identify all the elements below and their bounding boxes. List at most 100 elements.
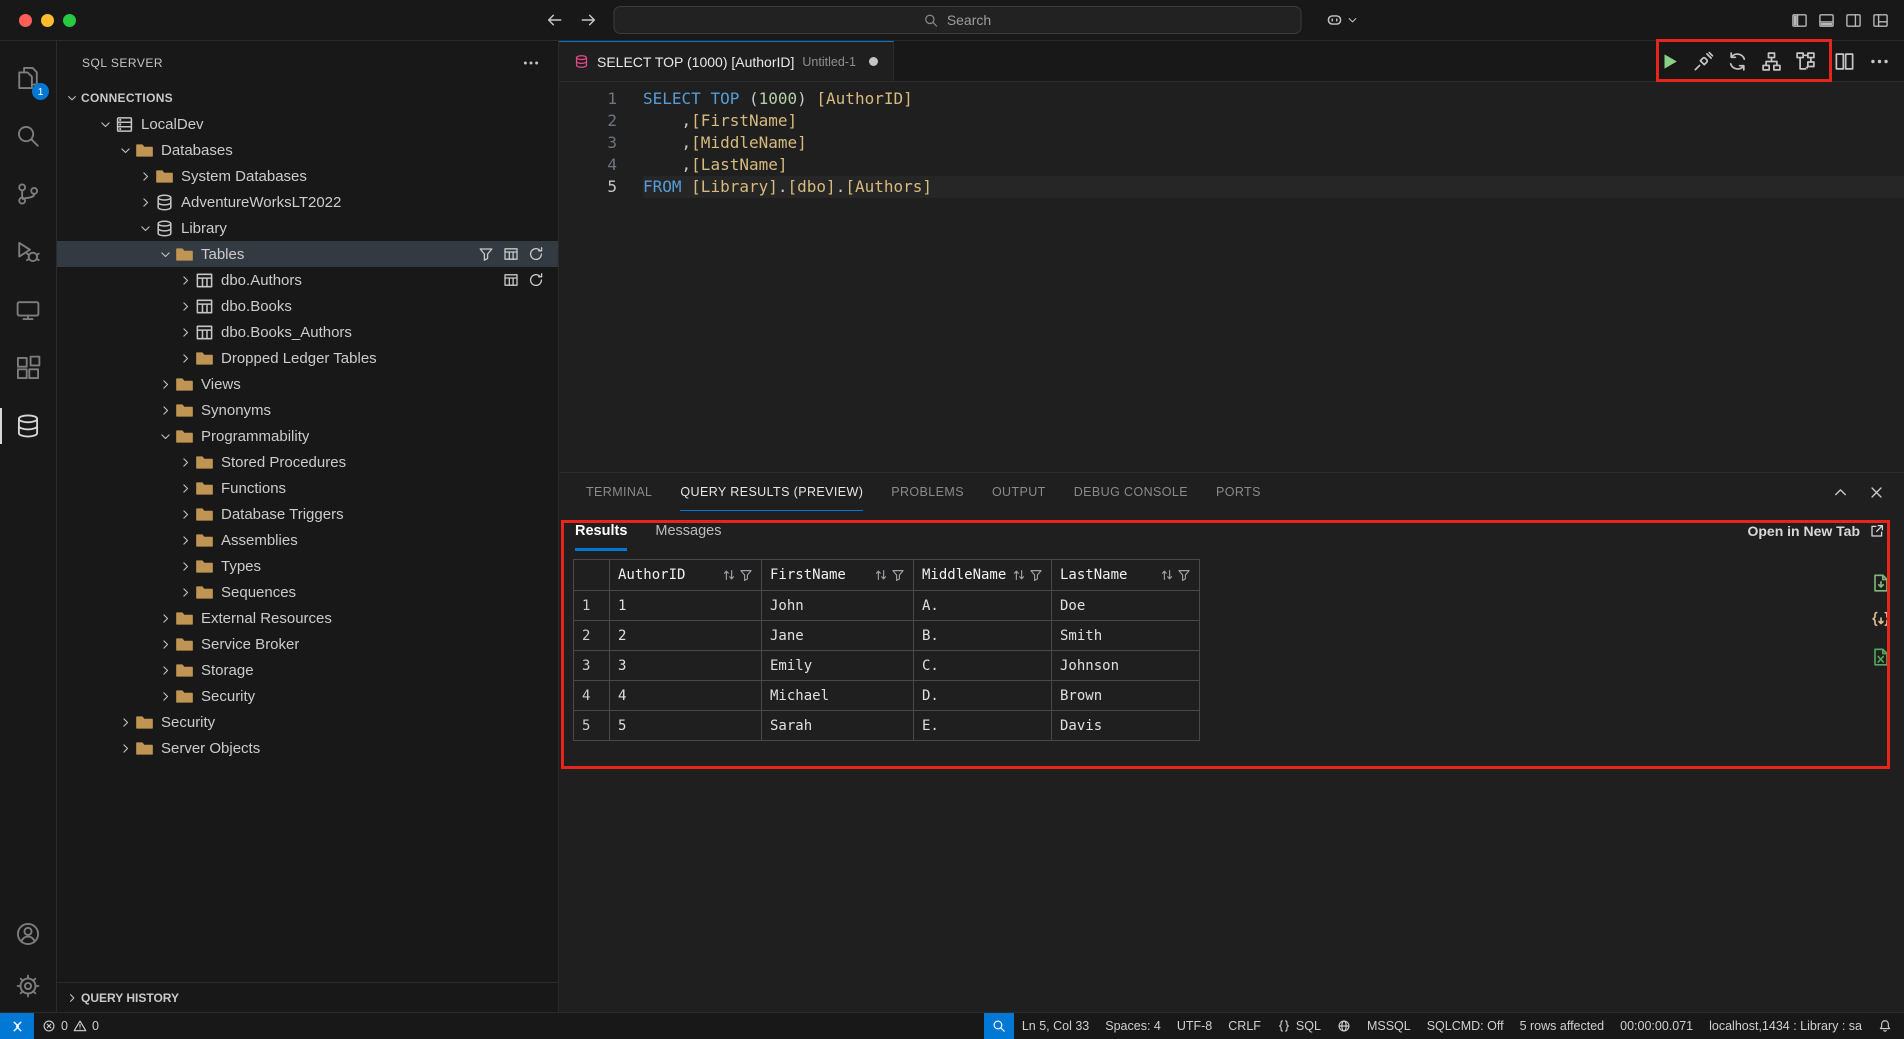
more-actions-button[interactable] [1869, 51, 1890, 72]
tree-item-server-objects[interactable]: Server Objects [57, 735, 558, 761]
twistie[interactable] [175, 300, 195, 313]
problems-status[interactable]: 0 0 [34, 1013, 107, 1039]
activity-item-accounts[interactable] [0, 908, 56, 960]
twistie[interactable] [135, 170, 155, 183]
status-crlf[interactable]: CRLF [1220, 1013, 1269, 1039]
tree-item-security[interactable]: Security [57, 683, 558, 709]
grid-cell[interactable]: Brown [1052, 681, 1200, 711]
grid-cell[interactable]: Doe [1052, 591, 1200, 621]
status-utf-8[interactable]: UTF-8 [1169, 1013, 1220, 1039]
sort-button[interactable] [722, 568, 736, 582]
tree-item-system-databases[interactable]: System Databases [57, 163, 558, 189]
status-bell-icon[interactable] [1870, 1013, 1900, 1039]
status-globe-icon[interactable] [1329, 1013, 1359, 1039]
twistie[interactable] [175, 560, 195, 573]
panel-tab-output[interactable]: OUTPUT [992, 473, 1046, 511]
twistie[interactable] [135, 222, 155, 235]
activity-item-sql-server[interactable] [0, 397, 56, 455]
grid-cell[interactable]: Emily [762, 651, 914, 681]
grid-cell[interactable]: E. [914, 711, 1052, 741]
code-line[interactable]: FROM [Library].[dbo].[Authors] [643, 176, 1904, 198]
grid-cell[interactable]: B. [914, 621, 1052, 651]
editor-tab[interactable]: SELECT TOP (1000) [AuthorID] Untitled-1 [559, 41, 894, 81]
twistie[interactable] [175, 482, 195, 495]
disconnect-button[interactable] [1693, 51, 1714, 72]
tree-item-library[interactable]: Library [57, 215, 558, 241]
grid-cell[interactable]: 4 [610, 681, 762, 711]
tree-item-views[interactable]: Views [57, 371, 558, 397]
sort-button[interactable] [1160, 568, 1174, 582]
tree-item-storage[interactable]: Storage [57, 657, 558, 683]
grid-cell[interactable]: 1 [610, 591, 762, 621]
tree-item-types[interactable]: Types [57, 553, 558, 579]
grid-cell[interactable]: C. [914, 651, 1052, 681]
tree-item-dbo-authors[interactable]: dbo.Authors [57, 267, 558, 293]
activity-item-source-control[interactable] [0, 165, 56, 223]
actual-plan-button[interactable] [1795, 51, 1816, 72]
open-in-new-tab-button[interactable]: Open in New Tab [1747, 511, 1885, 551]
remote-indicator[interactable] [0, 1013, 34, 1039]
twistie[interactable] [175, 534, 195, 547]
run-query-button[interactable] [1659, 51, 1680, 72]
table-button[interactable] [503, 272, 519, 288]
grid-corner-cell[interactable] [574, 560, 610, 591]
twistie[interactable] [155, 612, 175, 625]
activity-item-run-and-debug[interactable] [0, 223, 56, 281]
code-line[interactable]: ,[FirstName] [643, 110, 1904, 132]
activity-item-search[interactable] [0, 107, 56, 165]
tree-item-stored-procedures[interactable]: Stored Procedures [57, 449, 558, 475]
tree-item-service-broker[interactable]: Service Broker [57, 631, 558, 657]
tree-item-adventureworkslt2022[interactable]: AdventureWorksLT2022 [57, 189, 558, 215]
column-header-firstname[interactable]: FirstName [762, 560, 914, 591]
close-button[interactable] [1868, 484, 1885, 501]
panel-tab-terminal[interactable]: TERMINAL [586, 473, 652, 511]
column-header-authorid[interactable]: AuthorID [610, 560, 762, 591]
grid-cell[interactable]: 3 [610, 651, 762, 681]
filter-button[interactable] [739, 568, 753, 582]
panel-tab-ports[interactable]: PORTS [1216, 473, 1261, 511]
twistie[interactable] [175, 274, 195, 287]
modified-indicator[interactable] [869, 57, 878, 66]
grid-cell[interactable]: Michael [762, 681, 914, 711]
row-number-cell[interactable]: 5 [574, 711, 610, 741]
tree-item-synonyms[interactable]: Synonyms [57, 397, 558, 423]
search-input[interactable]: Search [614, 6, 1302, 34]
twistie[interactable] [135, 196, 155, 209]
twistie[interactable] [155, 248, 175, 261]
twistie[interactable] [175, 326, 195, 339]
activity-item-remote-explorer[interactable] [0, 281, 56, 339]
more-actions-icon[interactable] [522, 54, 540, 72]
grid-cell[interactable]: A. [914, 591, 1052, 621]
close-window-button[interactable] [19, 14, 32, 27]
twistie[interactable] [95, 118, 115, 131]
twistie[interactable] [175, 586, 195, 599]
status-zoom-icon[interactable] [984, 1013, 1014, 1039]
twistie[interactable] [155, 638, 175, 651]
change-connection-button[interactable] [1727, 51, 1748, 72]
results-tab-results[interactable]: Results [575, 511, 627, 551]
tree-item-external-resources[interactable]: External Resources [57, 605, 558, 631]
maximize-window-button[interactable] [63, 14, 76, 27]
query-history-section-header[interactable]: QUERY HISTORY [57, 982, 558, 1012]
filter-button[interactable] [891, 568, 905, 582]
editor[interactable]: 12345 SELECT TOP (1000) [AuthorID] ,[Fir… [559, 82, 1904, 472]
tree-item-functions[interactable]: Functions [57, 475, 558, 501]
twistie[interactable] [155, 690, 175, 703]
status-00-00-00-071[interactable]: 00:00:00.071 [1612, 1013, 1701, 1039]
tree-item-security[interactable]: Security [57, 709, 558, 735]
tree-item-databases[interactable]: Databases [57, 137, 558, 163]
grid-cell[interactable]: Jane [762, 621, 914, 651]
column-header-middlename[interactable]: MiddleName [914, 560, 1052, 591]
split-editor-button[interactable] [1834, 51, 1855, 72]
row-number-cell[interactable]: 3 [574, 651, 610, 681]
activity-item-settings[interactable] [0, 960, 56, 1012]
tree-item-database-triggers[interactable]: Database Triggers [57, 501, 558, 527]
grid-cell[interactable]: Johnson [1052, 651, 1200, 681]
connections-section-header[interactable]: CONNECTIONS [57, 85, 558, 111]
save-json-button[interactable] [1871, 610, 1891, 630]
panel-tab-problems[interactable]: PROBLEMS [891, 473, 964, 511]
code-line[interactable]: ,[MiddleName] [643, 132, 1904, 154]
save-excel-button[interactable] [1871, 647, 1891, 667]
grid-cell[interactable]: John [762, 591, 914, 621]
status-sql[interactable]: SQL [1269, 1013, 1329, 1039]
